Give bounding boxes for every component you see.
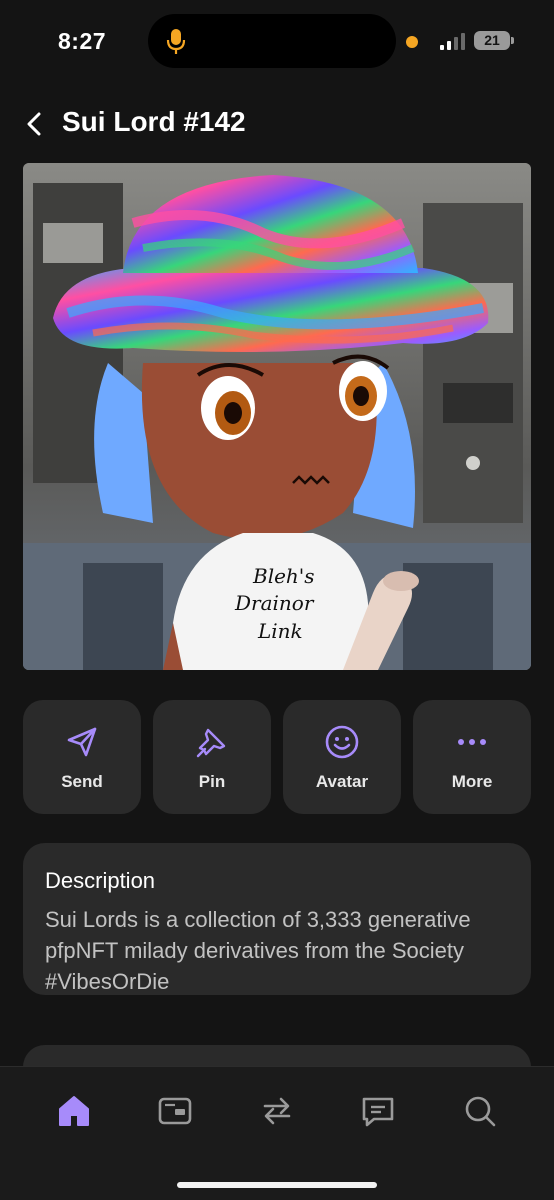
back-chevron-icon[interactable] bbox=[22, 110, 46, 138]
camera-indicator-dot bbox=[406, 36, 418, 48]
dynamic-island bbox=[148, 14, 396, 68]
description-title: Description bbox=[45, 868, 156, 893]
search-icon[interactable] bbox=[462, 1093, 498, 1129]
pin-label: Pin bbox=[198, 772, 226, 791]
avatar-button[interactable]: Avatar bbox=[283, 700, 401, 814]
home-icon[interactable] bbox=[56, 1093, 92, 1129]
shirt-text-line2: Drainor bbox=[234, 591, 315, 615]
action-buttons-row: Send Pin Avatar More bbox=[23, 700, 531, 814]
header: Sui Lord #142 bbox=[0, 96, 554, 152]
home-indicator[interactable] bbox=[177, 1182, 377, 1188]
status-time: 8:27 bbox=[58, 28, 107, 54]
battery-indicator: 21 bbox=[474, 31, 514, 50]
send-label: Send bbox=[61, 772, 103, 791]
shirt-text-line1: Bleh's bbox=[252, 564, 315, 588]
cellular-signal-icon bbox=[440, 33, 465, 50]
chat-icon[interactable] bbox=[360, 1093, 396, 1129]
avatar-label: Avatar bbox=[315, 772, 369, 791]
more-label: More bbox=[451, 772, 493, 791]
shirt-text-line3: Link bbox=[257, 619, 303, 643]
wallet-card-icon[interactable] bbox=[157, 1093, 193, 1129]
smiley-icon bbox=[325, 725, 359, 759]
description-text: Sui Lords is a collection of 3,333 gener… bbox=[45, 907, 471, 994]
send-button[interactable]: Send bbox=[23, 700, 141, 814]
status-bar: 8:27 21 bbox=[0, 0, 554, 84]
page-title: Sui Lord #142 bbox=[62, 106, 246, 137]
nft-image[interactable]: Bleh's Drainor Link bbox=[23, 163, 531, 670]
swap-icon[interactable] bbox=[259, 1093, 295, 1129]
pin-button[interactable]: Pin bbox=[153, 700, 271, 814]
microphone-icon bbox=[166, 29, 186, 54]
nft-artwork: Bleh's Drainor Link bbox=[23, 163, 531, 670]
bottom-nav bbox=[0, 1066, 554, 1200]
pin-icon bbox=[196, 728, 226, 758]
more-button[interactable]: More bbox=[413, 700, 531, 814]
more-dots-icon bbox=[458, 739, 486, 745]
description-card: Description Sui Lords is a collection of… bbox=[23, 843, 531, 995]
send-icon bbox=[67, 727, 97, 757]
